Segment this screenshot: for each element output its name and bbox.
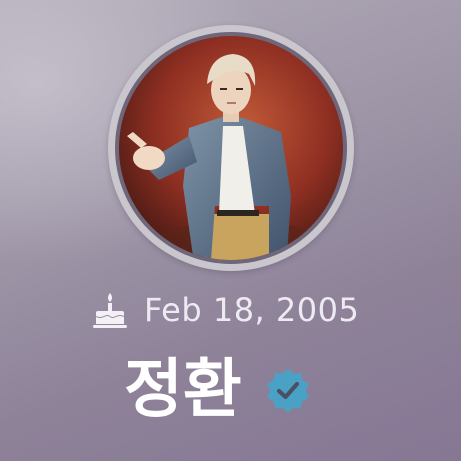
avatar-photo (119, 36, 343, 260)
birthday-text: Feb 18, 2005 (144, 291, 360, 329)
name-row: 정환 (124, 345, 312, 435)
avatar-frame (108, 25, 354, 271)
birthday-cake-icon (90, 290, 130, 330)
display-name: 정환 (124, 353, 242, 427)
verified-badge-icon[interactable] (264, 366, 312, 414)
birthday-row: Feb 18, 2005 (90, 288, 359, 332)
avatar[interactable] (119, 36, 343, 260)
profile-header: Feb 18, 2005 정환 (0, 0, 461, 461)
